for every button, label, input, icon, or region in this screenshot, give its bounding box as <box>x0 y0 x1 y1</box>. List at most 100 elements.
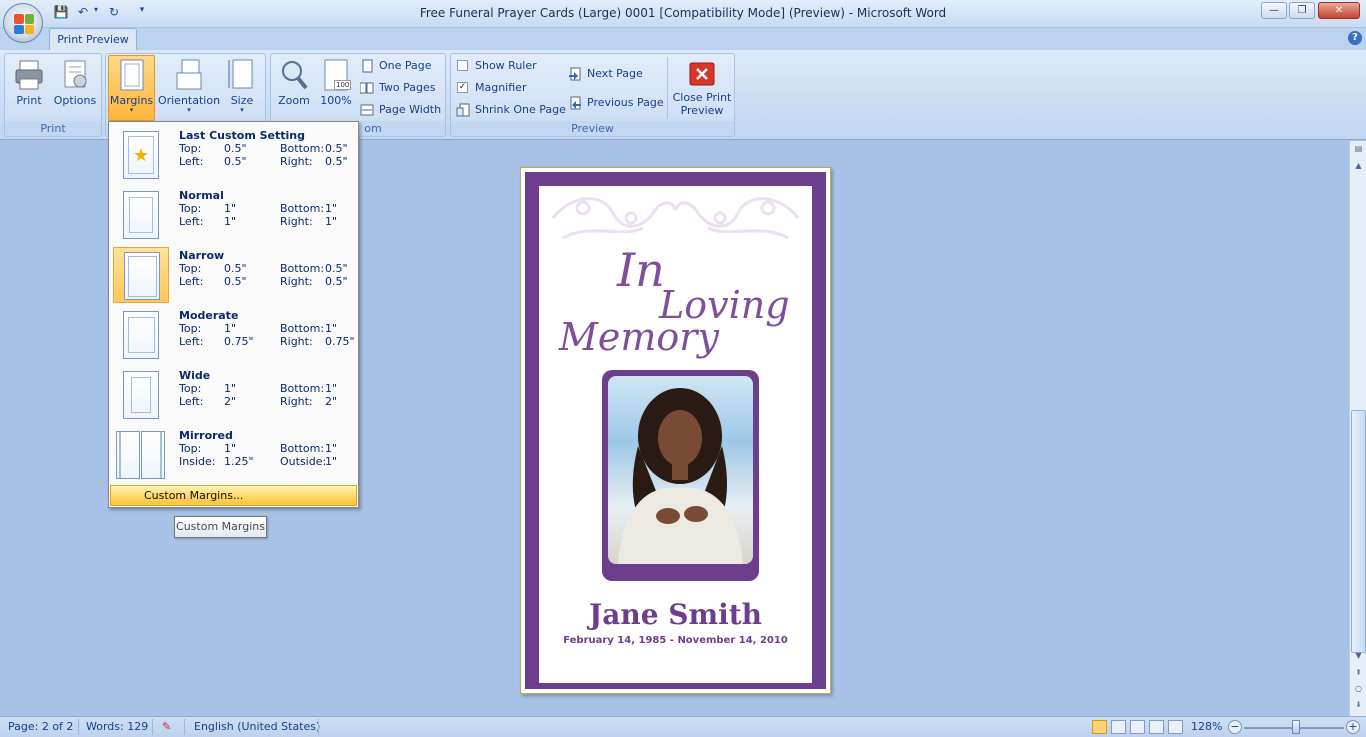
ribbon-tab-row <box>0 28 1366 50</box>
customize-qat-icon[interactable]: ▾ <box>136 5 148 21</box>
margin-key: Bottom: <box>280 442 325 455</box>
scroll-down-button[interactable]: ▼ <box>1351 648 1366 663</box>
magnifier-checkbox[interactable]: ✓ Magnifier <box>455 78 526 98</box>
margin-value: 1" <box>224 442 237 455</box>
margin-option-title: Moderate <box>179 309 239 322</box>
undo-dropdown-icon[interactable]: ▾ <box>92 5 100 21</box>
margin-key: Bottom: <box>280 202 325 215</box>
redo-icon[interactable]: ↻ <box>105 5 123 21</box>
close-preview-label-line2: Preview <box>680 104 724 117</box>
status-separator <box>152 719 153 735</box>
one-page-button[interactable]: One Page <box>359 56 432 76</box>
vertical-scrollbar[interactable]: ▤ ▲ ▼ ⇞ ○ ⇟ <box>1349 141 1366 716</box>
margin-key: Right: <box>280 155 313 168</box>
margin-option-normal[interactable]: Normal Top: 1" Bottom:1" Left: 1" Right: 1" <box>110 185 357 243</box>
zoom-in-button[interactable]: + <box>1346 720 1360 734</box>
margin-option-title: Narrow <box>179 249 225 262</box>
zoom-label: Zoom <box>278 94 310 107</box>
margin-values-row1: Top: 0.5" Bottom:0.5" <box>179 262 348 275</box>
page-count[interactable]: Page: 2 of 2 <box>8 720 73 733</box>
zoom-button[interactable]: Zoom <box>275 56 313 120</box>
minimize-button[interactable]: — <box>1261 2 1287 19</box>
select-browse-object-icon[interactable]: ○ <box>1351 681 1366 696</box>
shrink-one-page-button[interactable]: Shrink One Page <box>455 100 566 120</box>
zoom-slider-thumb[interactable] <box>1292 720 1300 734</box>
deceased-name: Jane Smith <box>588 598 763 631</box>
margin-values-row1: Top: 1" Bottom:1" <box>179 202 337 215</box>
margin-option-wide[interactable]: Wide Top: 1" Bottom:1" Left: 2" Right: 2" <box>110 365 357 423</box>
margin-key: Left: <box>179 395 204 408</box>
two-pages-button[interactable]: Two Pages <box>359 78 435 98</box>
help-icon[interactable]: ? <box>1348 31 1362 45</box>
margin-option-moderate[interactable]: Moderate Top: 1" Bottom:1" Left: 0.75" Right: 0… <box>110 305 357 363</box>
page-width-button[interactable]: Page Width <box>359 100 441 120</box>
shrink-one-page-icon <box>456 103 470 117</box>
portrait-photo <box>608 376 753 564</box>
office-button[interactable] <box>3 3 43 43</box>
options-button[interactable]: Options <box>52 56 98 120</box>
margin-option-last-custom-setting[interactable]: ★ Last Custom Setting Top: 0.5" Bottom:0.5" L… <box>110 125 357 183</box>
status-separator <box>184 719 185 735</box>
margin-preview-icon <box>113 427 169 483</box>
one-page-icon <box>360 59 374 73</box>
hundred-percent-label: 100% <box>320 94 352 107</box>
margin-value: 0.5" <box>325 142 348 155</box>
print-label: Print <box>16 94 42 107</box>
margin-value: 2" <box>224 395 237 408</box>
margin-option-narrow[interactable]: Narrow Top: 0.5" Bottom:0.5" Left: 0.5" Right:… <box>110 245 357 303</box>
previous-page-button[interactable]: Previous Page <box>567 93 664 113</box>
previous-page-label: Previous Page <box>587 96 664 109</box>
next-page-button[interactable]: Next Page <box>567 64 643 84</box>
scroll-up-button[interactable]: ▲ <box>1351 158 1366 173</box>
zoom-level[interactable]: 128% <box>1191 720 1222 733</box>
margins-button[interactable]: Margins ▾ <box>108 55 155 121</box>
heading-memory: Memory <box>558 315 719 359</box>
print-button[interactable]: Print <box>9 56 49 120</box>
orientation-button[interactable]: Orientation ▾ <box>157 56 221 120</box>
previous-page-browse-icon[interactable]: ⇞ <box>1351 665 1366 680</box>
scrollbar-thumb[interactable] <box>1351 410 1366 653</box>
print-group-label: Print <box>5 121 101 136</box>
margin-key: Right: <box>280 335 313 348</box>
hundred-percent-icon: 100 <box>321 59 352 91</box>
margin-key: Top: <box>179 382 202 395</box>
margin-value: 0.5" <box>325 275 348 288</box>
save-icon[interactable]: 💾 <box>52 5 70 21</box>
margin-value: 1" <box>224 382 237 395</box>
margin-value: 0.5" <box>224 275 247 288</box>
magnifier-check-icon: ✓ <box>457 82 468 93</box>
margin-option-mirrored[interactable]: Mirrored Top: 1" Bottom:1" Inside: 1.25" Outsi… <box>110 425 357 483</box>
custom-margins-menu-item[interactable]: Custom Margins... <box>110 485 357 506</box>
margin-values-row2: Left: 0.5" Right: 0.5" <box>179 275 348 288</box>
margin-value: 1" <box>325 382 338 395</box>
margin-value: 1" <box>224 202 237 215</box>
margin-key: Bottom: <box>280 142 325 155</box>
full-screen-reading-view-icon[interactable] <box>1111 720 1126 734</box>
show-ruler-checkbox[interactable]: Show Ruler <box>455 56 537 76</box>
word-count[interactable]: Words: 129 <box>86 720 148 733</box>
draft-view-icon[interactable] <box>1168 720 1183 734</box>
web-layout-view-icon[interactable] <box>1130 720 1145 734</box>
margin-key: Top: <box>179 142 202 155</box>
ruler-toggle-icon[interactable]: ▤ <box>1351 141 1366 156</box>
restore-button[interactable]: ❐ <box>1289 2 1315 19</box>
hundred-percent-button[interactable]: 100 100% <box>317 56 355 120</box>
proofing-icon[interactable]: ✎ <box>162 720 171 733</box>
outline-view-icon[interactable] <box>1149 720 1164 734</box>
margin-key: Right: <box>280 215 313 228</box>
close-print-preview-button[interactable]: Close Print Preview <box>671 56 733 120</box>
margin-value: 0.5" <box>224 142 247 155</box>
margin-key: Left: <box>179 275 204 288</box>
page-width-label: Page Width <box>379 103 442 116</box>
zoom-out-button[interactable]: − <box>1228 720 1242 734</box>
custom-margins-tooltip: Custom Margins <box>174 516 267 538</box>
margin-option-title: Wide <box>179 369 211 382</box>
undo-icon[interactable]: ↶ <box>74 5 92 21</box>
close-window-button[interactable]: ✕ <box>1318 2 1360 19</box>
size-button[interactable]: Size ▾ <box>224 56 260 120</box>
next-page-browse-icon[interactable]: ⇟ <box>1351 697 1366 712</box>
tab-print-preview[interactable]: Print Preview <box>49 28 137 51</box>
print-layout-view-icon[interactable] <box>1092 720 1107 734</box>
magnifier-label: Magnifier <box>475 81 527 94</box>
language-indicator[interactable]: English (United States) <box>194 720 320 733</box>
